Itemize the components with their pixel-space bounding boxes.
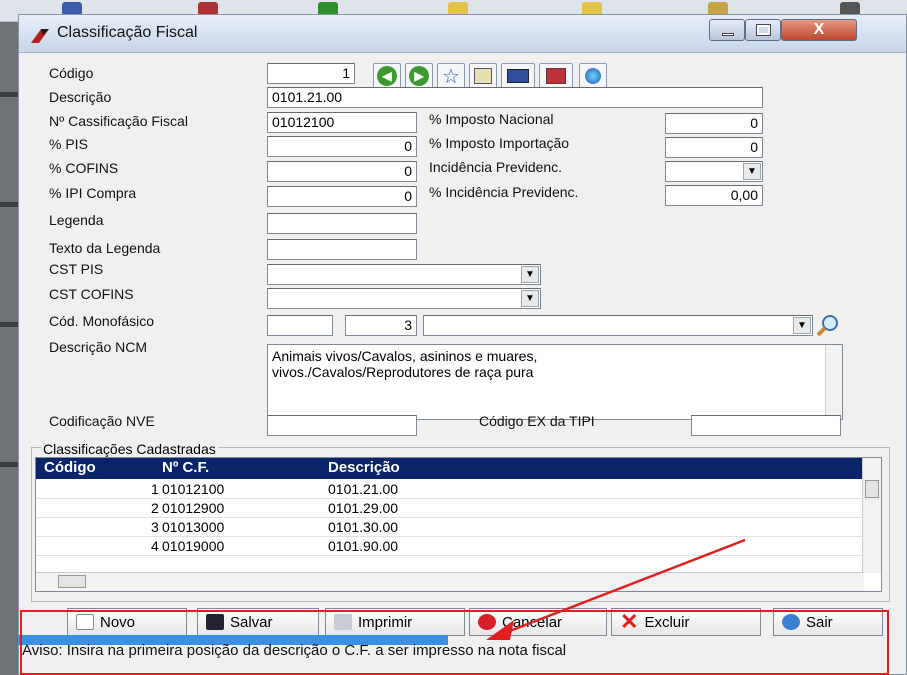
column-header-descricao[interactable]: Descrição xyxy=(328,459,400,476)
descricao-label: Descrição xyxy=(49,89,112,105)
row-descricao: 0101.30.00 xyxy=(328,519,399,535)
cod-monofasico-field-2[interactable]: 3 xyxy=(345,315,417,336)
notes-button[interactable] xyxy=(469,63,497,89)
grid-horizontal-scrollbar[interactable] xyxy=(36,572,864,591)
cst-cofins-label: CST COFINS xyxy=(49,286,134,302)
ipi-label: % IPI Compra xyxy=(49,185,137,201)
legenda-label: Legenda xyxy=(49,212,104,228)
incidencia-previdenc-select[interactable]: ▼ xyxy=(665,161,763,182)
descricao-ncm-text: Animais vivos/Cavalos, asininos e muares… xyxy=(272,348,538,380)
search-window-button[interactable] xyxy=(501,63,535,89)
ipi-field[interactable]: 0 xyxy=(267,186,417,207)
cod-monofasico-field-1[interactable] xyxy=(267,315,333,336)
incidencia-previdenc-label: Incidência Previdenc. xyxy=(429,159,563,175)
chevron-down-icon[interactable]: ▼ xyxy=(521,266,539,283)
ncf-label: Nº Cassificação Fiscal xyxy=(49,113,188,129)
cod-monofasico-label: Cód. Monofásico xyxy=(49,313,155,329)
favorite-button[interactable]: ☆ xyxy=(437,63,465,89)
row-descricao: 0101.29.00 xyxy=(328,500,399,516)
cofins-field[interactable]: 0 xyxy=(267,161,417,182)
notes-icon xyxy=(474,68,492,84)
star-icon: ☆ xyxy=(442,65,460,88)
ncf-field[interactable]: 01012100 xyxy=(267,112,417,133)
ncm-scrollbar[interactable] xyxy=(825,345,842,419)
cod-monofasico-select[interactable]: ▼ xyxy=(423,315,813,336)
cofins-label: % COFINS xyxy=(49,160,119,176)
imposto-nacional-field[interactable]: 0 xyxy=(665,113,763,134)
annotation-highlight-box xyxy=(20,610,889,675)
descricao-ncm-field[interactable]: Animais vivos/Cavalos, asininos e muares… xyxy=(267,344,843,420)
cst-cofins-select[interactable]: ▼ xyxy=(267,288,541,309)
row-ncf: 01013000 xyxy=(162,519,225,535)
imposto-nacional-label: % Imposto Nacional xyxy=(429,111,554,127)
row-codigo: 4 xyxy=(151,538,159,554)
table-row[interactable]: 2 01012900 0101.29.00 xyxy=(36,499,862,518)
row-codigo: 2 xyxy=(151,500,159,516)
descricao-field[interactable]: 0101.21.00 xyxy=(267,87,763,108)
cst-pis-select[interactable]: ▼ xyxy=(267,264,541,285)
refresh-button[interactable] xyxy=(539,63,573,89)
row-codigo: 1 xyxy=(151,481,159,497)
classificacoes-grid[interactable]: Código Nº C.F. Descrição 1 01012100 0101… xyxy=(35,457,882,592)
first-record-button[interactable]: ◀ xyxy=(373,63,401,89)
row-ncf: 01019000 xyxy=(162,538,225,554)
table-row[interactable]: 3 01013000 0101.30.00 xyxy=(36,518,862,537)
cst-pis-label: CST PIS xyxy=(49,261,104,277)
app-logo-icon xyxy=(31,29,49,43)
descricao-ncm-label: Descrição NCM xyxy=(49,339,148,355)
title-bar[interactable]: Classificação Fiscal X xyxy=(19,15,906,53)
grid-header: Código Nº C.F. Descrição xyxy=(36,458,862,479)
row-ncf: 01012900 xyxy=(162,500,225,516)
legenda-field[interactable] xyxy=(267,213,417,234)
chevron-down-icon[interactable]: ▼ xyxy=(793,317,811,334)
maximize-button[interactable] xyxy=(745,19,781,41)
pct-incidencia-previdenc-field[interactable]: 0,00 xyxy=(665,185,763,206)
column-header-ncf[interactable]: Nº C.F. xyxy=(162,459,209,476)
refresh-icon xyxy=(546,68,566,84)
texto-legenda-field[interactable] xyxy=(267,239,417,260)
row-descricao: 0101.90.00 xyxy=(328,538,399,554)
ex-tipi-label: Código EX da TIPI xyxy=(479,413,595,429)
chevron-down-icon[interactable]: ▼ xyxy=(521,290,539,307)
row-ncf: 01012100 xyxy=(162,481,225,497)
table-row[interactable]: 1 01012100 0101.21.00 xyxy=(36,480,862,499)
table-row[interactable]: 4 01019000 0101.90.00 xyxy=(36,537,862,556)
magnifier-button[interactable] xyxy=(815,313,841,339)
next-record-icon: ▶ xyxy=(409,66,429,86)
row-codigo: 3 xyxy=(151,519,159,535)
classificacao-fiscal-window: Classificação Fiscal X Código Descrição … xyxy=(18,14,907,675)
row-descricao: 0101.21.00 xyxy=(328,481,399,497)
texto-legenda-label: Texto da Legenda xyxy=(49,240,161,256)
chevron-down-icon[interactable]: ▼ xyxy=(743,163,761,180)
column-header-codigo[interactable]: Código xyxy=(44,459,96,476)
grid-vertical-scrollbar[interactable] xyxy=(862,458,881,573)
first-record-icon: ◀ xyxy=(377,66,397,86)
ex-tipi-field[interactable] xyxy=(691,415,841,436)
globe-icon xyxy=(585,68,601,84)
pis-label: % PIS xyxy=(49,136,88,152)
pct-incidencia-previdenc-label: % Incidência Previdenc. xyxy=(429,184,579,200)
pis-field[interactable]: 0 xyxy=(267,136,417,157)
close-button[interactable]: X xyxy=(781,19,857,41)
next-record-button[interactable]: ▶ xyxy=(405,63,433,89)
codigo-field[interactable]: 1 xyxy=(267,63,355,84)
background-left-strip xyxy=(0,22,18,675)
classificacoes-group-label: Classificações Cadastradas xyxy=(41,441,218,457)
nve-label: Codificação NVE xyxy=(49,413,155,429)
minimize-button[interactable] xyxy=(709,19,745,41)
imposto-importacao-label: % Imposto Importação xyxy=(429,135,570,151)
window-title: Classificação Fiscal xyxy=(57,24,198,41)
nve-field[interactable] xyxy=(267,415,417,436)
search-window-icon xyxy=(507,69,529,83)
globe-button[interactable] xyxy=(579,63,607,89)
magnifier-icon xyxy=(816,315,838,337)
codigo-label: Código xyxy=(49,65,94,81)
imposto-importacao-field[interactable]: 0 xyxy=(665,137,763,158)
